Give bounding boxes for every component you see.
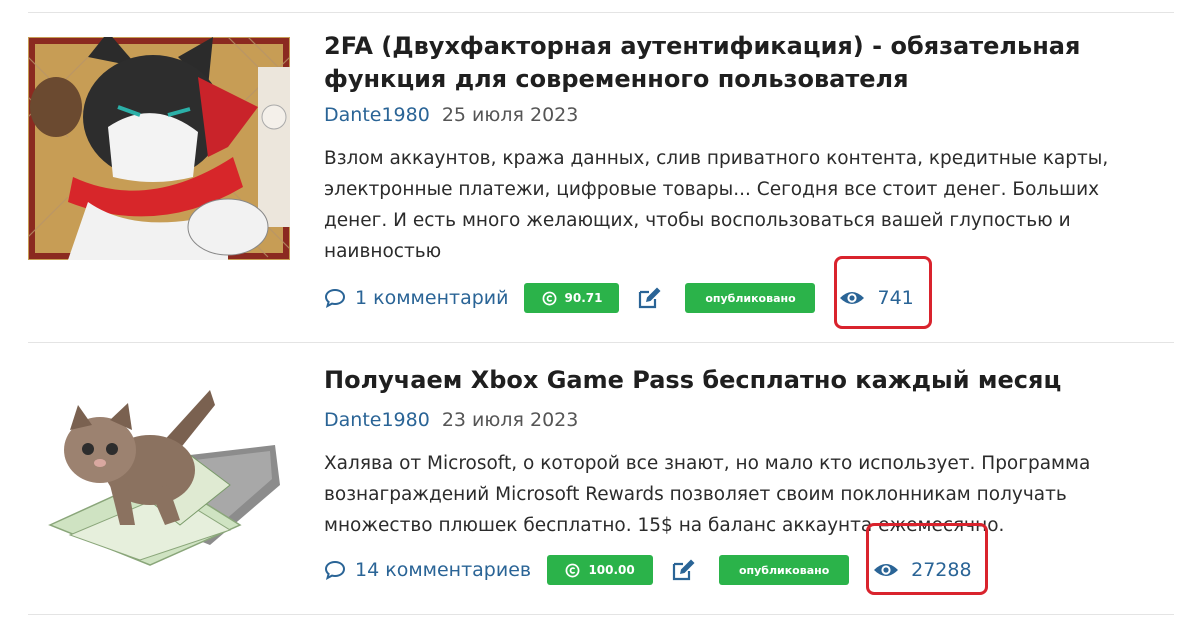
score-value: 90.71 bbox=[564, 291, 603, 305]
article-title[interactable]: 2FA (Двухфакторная аутентификация) - обя… bbox=[324, 30, 1114, 96]
article-meta: Dante1980 23 июля 2023 bbox=[324, 407, 578, 433]
edit-button[interactable] bbox=[671, 558, 697, 582]
score-value: 100.00 bbox=[588, 563, 635, 577]
article-meta: Dante1980 25 июля 2023 bbox=[324, 102, 578, 128]
copyright-icon bbox=[542, 291, 556, 305]
cat-illustration bbox=[28, 37, 290, 260]
comments-count: 1 комментарий bbox=[355, 287, 509, 309]
article-excerpt: Халява от Microsoft, о которой все знают… bbox=[324, 453, 1091, 536]
edit-icon bbox=[673, 559, 695, 581]
divider bbox=[28, 342, 1174, 343]
edit-button[interactable] bbox=[637, 286, 663, 310]
article-date: 23 июля 2023 bbox=[441, 409, 579, 431]
score-badge: 90.71 bbox=[524, 283, 620, 313]
copyright-icon bbox=[566, 563, 580, 577]
divider bbox=[28, 614, 1174, 615]
comment-icon bbox=[324, 560, 346, 580]
article-thumbnail[interactable] bbox=[28, 37, 290, 260]
highlight-box bbox=[866, 523, 988, 595]
article-title[interactable]: Получаем Xbox Game Pass бесплатно каждый… bbox=[324, 364, 1114, 397]
article-list: 2FA (Двухфакторная аутентификация) - обя… bbox=[0, 0, 1200, 619]
edit-icon bbox=[639, 287, 661, 309]
kitten-money-image bbox=[48, 390, 280, 566]
comment-icon bbox=[324, 288, 346, 308]
comments-link[interactable]: 1 комментарий bbox=[324, 287, 508, 309]
author-link[interactable]: Dante1980 bbox=[324, 104, 430, 126]
score-badge: 100.00 bbox=[547, 555, 654, 585]
highlight-box bbox=[834, 256, 932, 329]
article-footer: 1 комментарий 90.71 опубликовано 741 bbox=[324, 281, 914, 315]
article-date: 25 июля 2023 bbox=[441, 104, 579, 126]
comments-count: 14 комментариев bbox=[355, 559, 532, 581]
status-badge: опубликовано bbox=[719, 555, 850, 585]
comments-link[interactable]: 14 комментариев bbox=[324, 559, 531, 581]
author-link[interactable]: Dante1980 bbox=[324, 409, 430, 431]
divider bbox=[28, 12, 1174, 13]
status-badge: опубликовано bbox=[685, 283, 816, 313]
article-thumbnail[interactable] bbox=[40, 375, 290, 570]
article-excerpt: Взлом аккаунтов, кража данных, слив прив… bbox=[324, 148, 1109, 262]
